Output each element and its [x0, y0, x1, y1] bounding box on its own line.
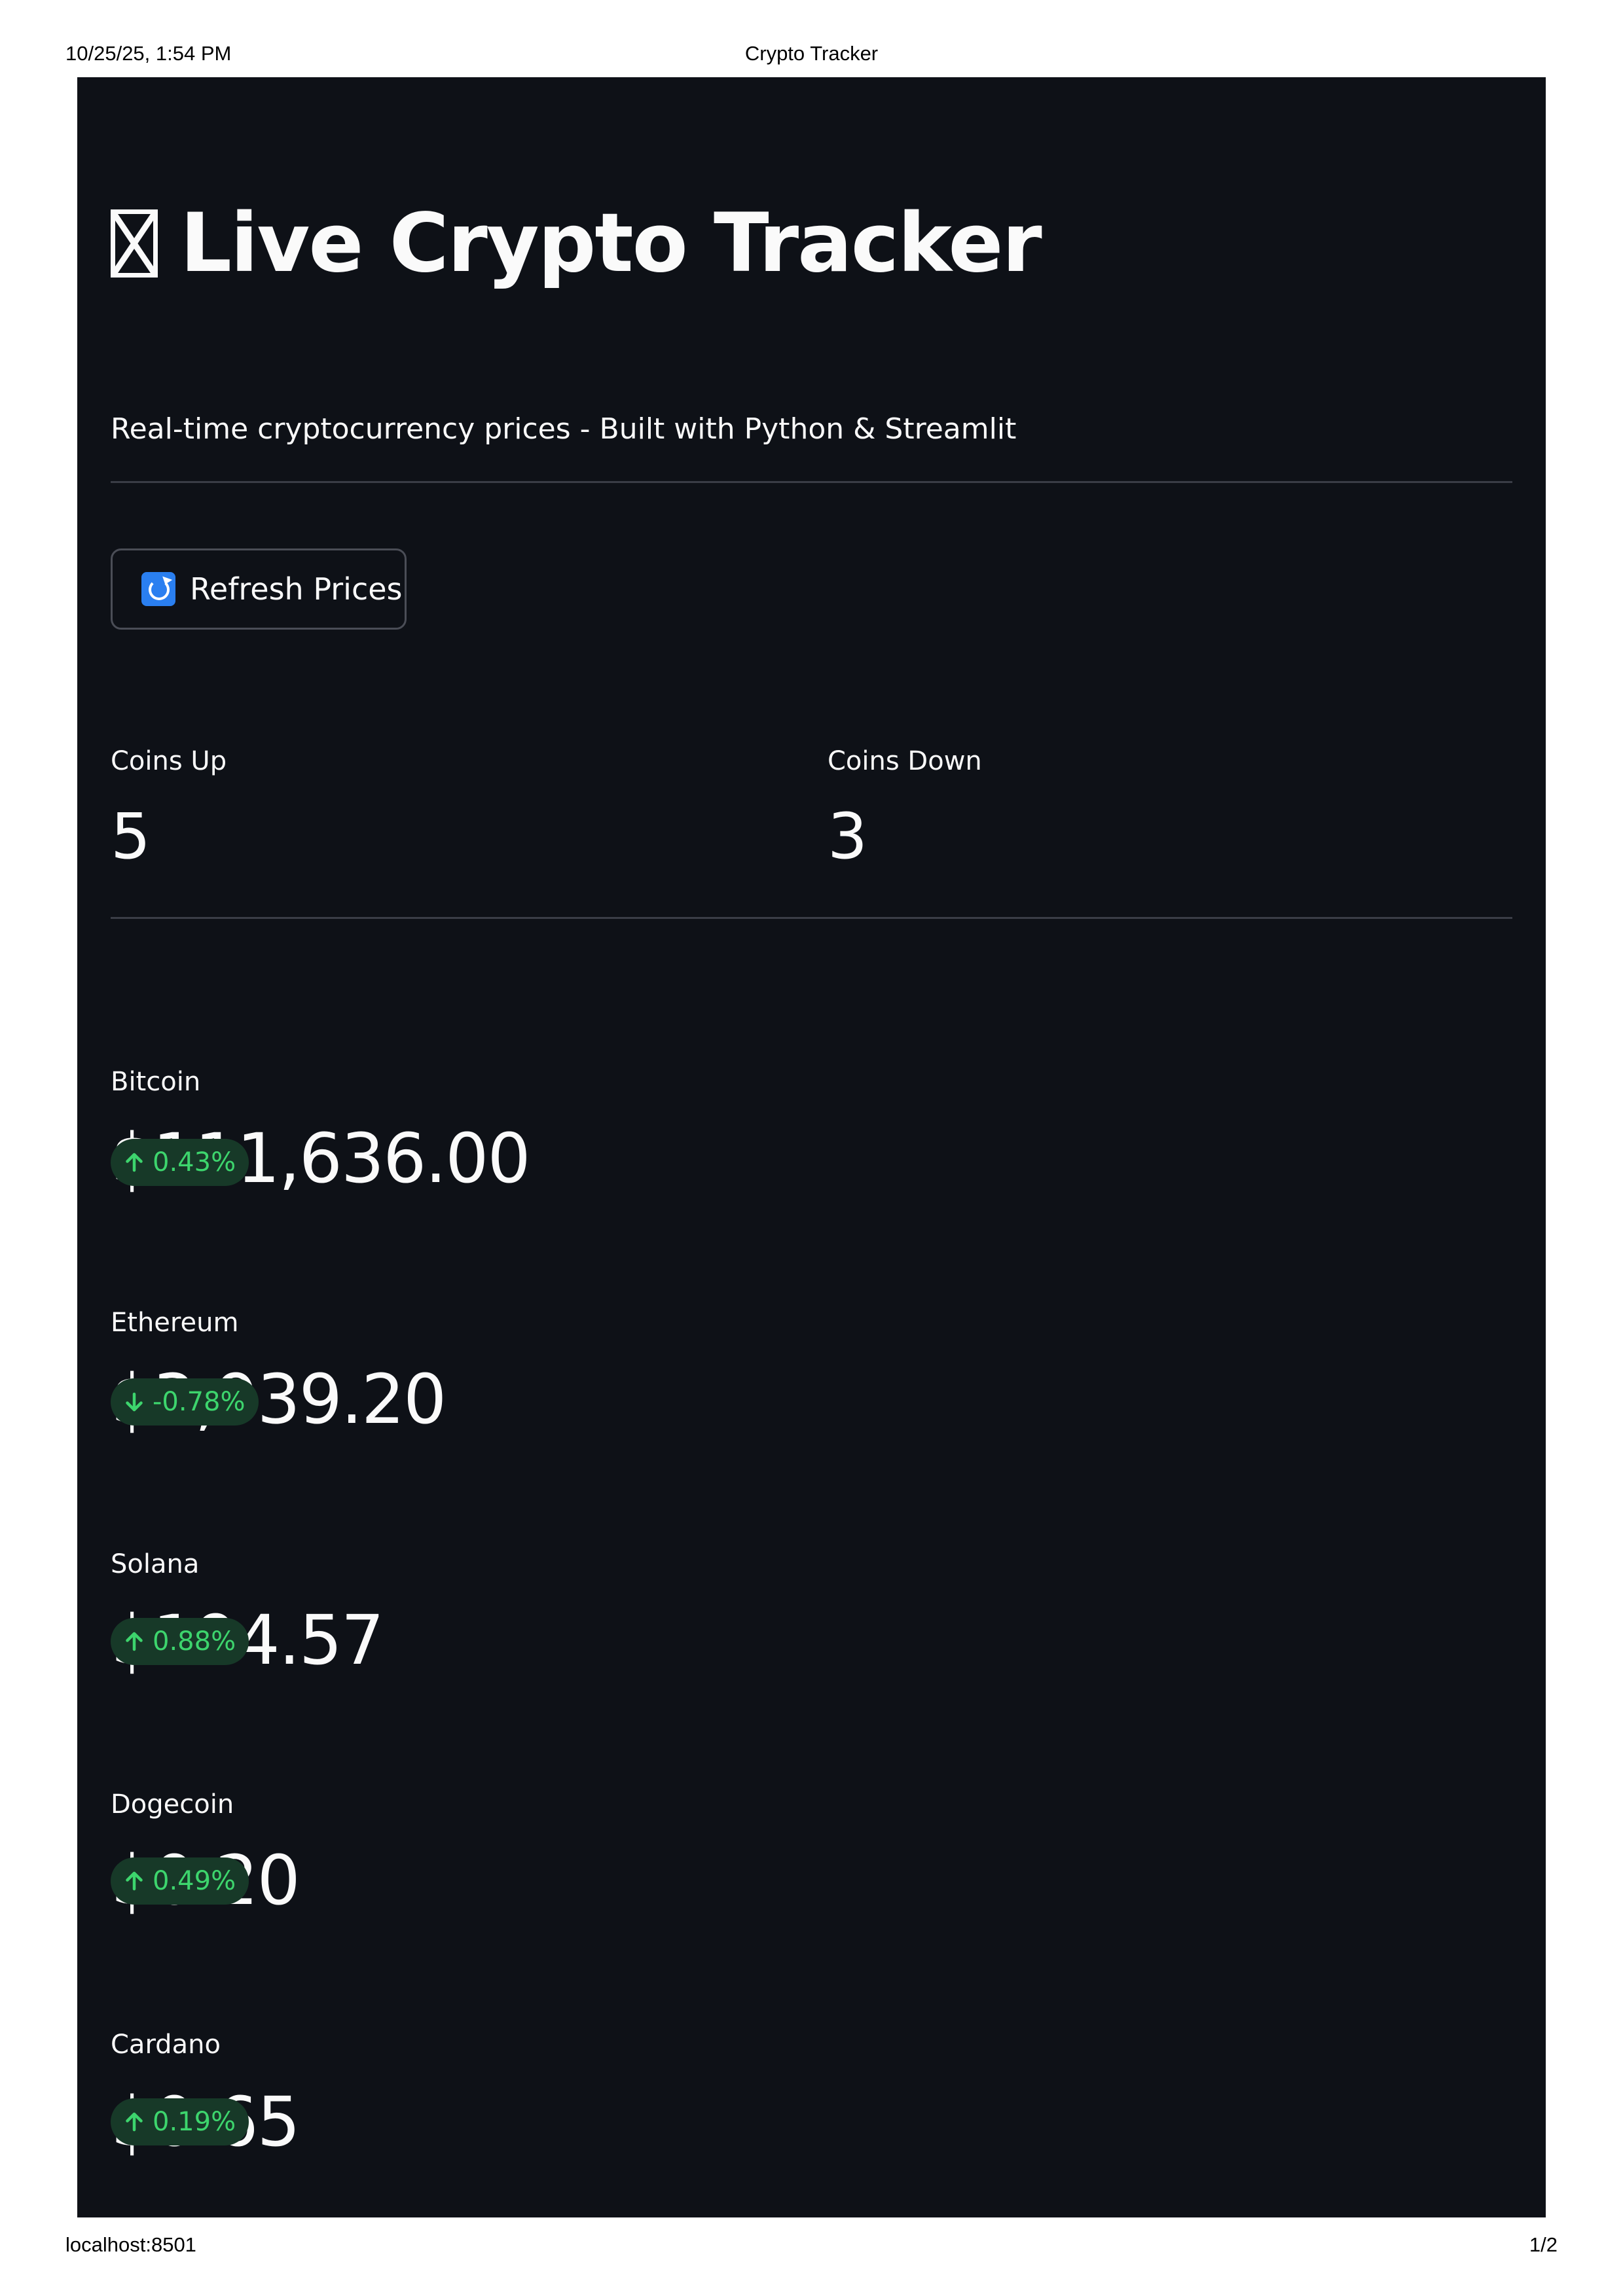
page-title-text: Live Crypto Tracker — [180, 196, 1042, 291]
coin-delta-cardano: 0.19% — [111, 2098, 249, 2145]
coin-delta-value: -0.78% — [153, 1387, 246, 1417]
coin-delta-value: 0.43% — [153, 1147, 236, 1177]
missing-glyph-icon — [111, 209, 158, 278]
coin-delta-bitcoin: 0.43% — [111, 1139, 249, 1186]
coin-name-ethereum: Ethereum — [111, 1308, 239, 1338]
coin-delta-ethereum: -0.78% — [111, 1378, 259, 1426]
print-page-number: 1/2 — [1529, 2233, 1558, 2256]
coin-name-bitcoin: Bitcoin — [111, 1067, 201, 1097]
arrow-up-icon — [126, 2112, 143, 2132]
app-container: Live Crypto Tracker Real-time cryptocurr… — [77, 77, 1546, 2217]
coin-delta-solana: 0.88% — [111, 1618, 249, 1665]
print-header: 10/25/25, 1:54 PM Crypto Tracker — [0, 42, 1623, 68]
coin-delta-dogecoin: 0.49% — [111, 1857, 249, 1905]
coin-name-dogecoin: Dogecoin — [111, 1789, 234, 1820]
coins-down-value: 3 — [828, 800, 868, 873]
coin-name-cardano: Cardano — [111, 2030, 221, 2060]
divider — [111, 917, 1512, 919]
refresh-icon — [141, 572, 175, 606]
refresh-prices-button[interactable]: Refresh Prices — [111, 548, 407, 630]
refresh-prices-label: Refresh Prices — [190, 571, 403, 607]
arrow-down-icon — [126, 1392, 143, 1412]
coin-delta-value: 0.88% — [153, 1626, 236, 1657]
coin-delta-value: 0.19% — [153, 2107, 236, 2137]
coin-delta-value: 0.49% — [153, 1866, 236, 1896]
page-subtitle: Real-time cryptocurrency prices - Built … — [111, 412, 1017, 446]
coins-up-value: 5 — [111, 800, 151, 873]
coin-name-solana: Solana — [111, 1549, 200, 1579]
arrow-up-icon — [126, 1153, 143, 1172]
print-url: localhost:8501 — [65, 2233, 196, 2256]
arrow-up-icon — [126, 1632, 143, 1651]
divider — [111, 481, 1512, 483]
print-footer: localhost:8501 1/2 — [0, 2233, 1623, 2259]
coins-up-label: Coins Up — [111, 746, 227, 776]
coins-down-label: Coins Down — [828, 746, 982, 776]
page-title: Live Crypto Tracker — [111, 196, 1042, 291]
print-page-title: Crypto Tracker — [744, 42, 879, 65]
arrow-up-icon — [126, 1871, 143, 1891]
